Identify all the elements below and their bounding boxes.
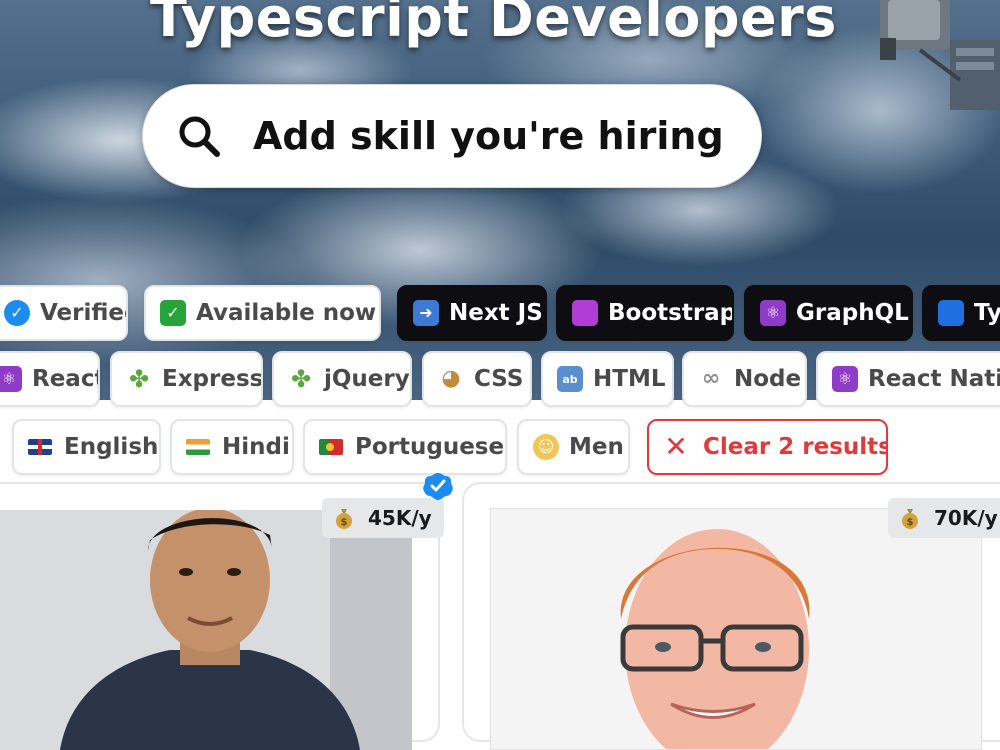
filter-chip-html[interactable]: ab HTML [541, 351, 674, 407]
chip-label: English [64, 434, 159, 460]
arrow-right-icon: ➜ [413, 300, 439, 326]
chip-label: Verified [40, 300, 126, 326]
chip-label: Bootstrap [608, 300, 734, 326]
purple-square-icon [572, 300, 598, 326]
chip-label: Express [162, 366, 263, 392]
developer-card[interactable]: $ 70K/y [462, 482, 1000, 750]
developer-photo [490, 508, 982, 750]
chip-label: GraphQL [796, 300, 909, 326]
puzzle-icon: ✤ [128, 365, 150, 393]
filter-chip-express[interactable]: ✤ Express [110, 351, 263, 407]
chip-label: HTML [593, 366, 666, 392]
chip-label: Node [734, 366, 802, 392]
page-title: Typescript Developers [150, 0, 837, 49]
svg-text:$: $ [341, 517, 348, 528]
svg-text:$: $ [907, 517, 914, 528]
filter-row-people: English Hindi Portuguese ☺ Men ✕ Clear 2… [0, 419, 1000, 477]
filter-chip-typescript[interactable]: Typ [922, 285, 1000, 341]
filter-chip-node[interactable]: ∞ Node [682, 351, 807, 407]
filter-chip-portuguese[interactable]: Portuguese [303, 419, 507, 475]
man-icon: ☺ [533, 434, 559, 460]
filter-chip-verified[interactable]: ✓ Verified [0, 285, 128, 341]
filter-chip-css[interactable]: ◕ CSS [422, 351, 532, 407]
filter-chip-men[interactable]: ☺ Men [517, 419, 630, 475]
verified-badge-icon [423, 473, 453, 500]
filter-chip-available-now[interactable]: ✓ Available now [144, 285, 381, 341]
chip-label: Portuguese [355, 434, 505, 460]
chip-label: Typ [974, 300, 1000, 326]
filter-chip-hindi[interactable]: Hindi [170, 419, 294, 475]
filter-chip-bootstrap[interactable]: Bootstrap [556, 285, 734, 341]
chip-label: React [32, 366, 100, 392]
uk-flag-icon [28, 439, 52, 455]
portugal-flag-icon [319, 439, 343, 455]
chip-label: React Nativ [868, 366, 1000, 392]
clear-results-button[interactable]: ✕ Clear 2 results [647, 419, 888, 475]
filter-chip-next-js[interactable]: ➜ Next JS [397, 285, 547, 341]
puzzle-icon: ✤ [290, 365, 312, 393]
link-icon: ∞ [701, 366, 721, 391]
atom-icon: ⚛ [760, 300, 786, 326]
filter-chip-jquery[interactable]: ✤ jQuery [272, 351, 412, 407]
filter-chip-graphql[interactable]: ⚛ GraphQL [744, 285, 913, 341]
satellite-image [880, 0, 1000, 110]
developer-card[interactable]: $ 45K/y [0, 482, 444, 750]
search-icon [179, 116, 220, 157]
chip-label: Hindi [222, 434, 290, 460]
atom-icon: ⚛ [0, 366, 22, 392]
india-flag-icon [186, 439, 210, 455]
chip-label: Available now [196, 300, 377, 326]
filter-row-skills: ⚛ React ✤ Express ✤ jQuery ◕ CSS ab HTML… [0, 351, 1000, 409]
chip-label: CSS [474, 366, 524, 392]
developer-photo [0, 510, 412, 750]
close-icon: ✕ [664, 430, 688, 463]
chip-label: Clear 2 results [703, 434, 888, 460]
abcd-icon: ab [557, 366, 583, 392]
salary-label: 70K/y [934, 506, 998, 530]
atom-icon: ⚛ [832, 366, 858, 392]
money-bag-icon: $ [902, 509, 918, 529]
salary-badge: $ 45K/y [322, 498, 444, 538]
filter-row-status: ✓ Verified ✓ Available now ➜ Next JS Boo… [0, 285, 1000, 343]
skill-search-input[interactable] [253, 114, 733, 158]
blue-square-icon [938, 300, 964, 326]
palette-icon: ◕ [441, 366, 461, 391]
salary-badge: $ 70K/y [888, 498, 1000, 538]
money-bag-icon: $ [336, 509, 352, 529]
skill-search-bar[interactable] [142, 84, 762, 188]
verified-icon: ✓ [4, 300, 30, 326]
chip-label: Next JS [449, 300, 543, 326]
chip-label: Men [569, 434, 624, 460]
filter-chip-english[interactable]: English [12, 419, 161, 475]
filter-chip-react-native[interactable]: ⚛ React Nativ [816, 351, 1000, 407]
chip-label: jQuery [324, 366, 410, 392]
filter-chip-react[interactable]: ⚛ React [0, 351, 100, 407]
salary-label: 45K/y [368, 506, 432, 530]
checkmark-icon: ✓ [160, 300, 186, 326]
